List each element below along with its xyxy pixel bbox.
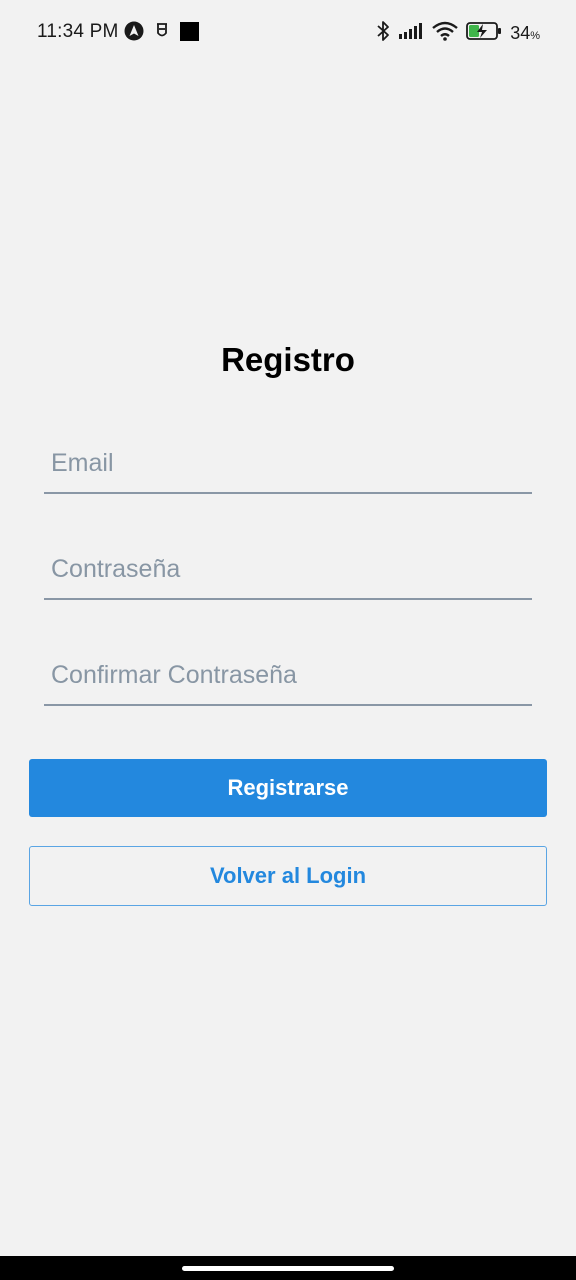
email-input[interactable]: [44, 434, 532, 494]
page-title: Registro: [221, 341, 355, 378]
shield-app-icon: [154, 21, 170, 46]
register-button[interactable]: Registrarse: [29, 759, 547, 817]
wifi-icon: [432, 21, 458, 46]
navigation-app-icon: [124, 21, 144, 46]
cell-signal-icon: [398, 22, 424, 45]
battery-percent: 34%: [510, 23, 540, 43]
status-left-icons: [124, 21, 199, 46]
confirm-password-input[interactable]: [44, 646, 532, 706]
status-right-icons: 34%: [376, 20, 540, 47]
home-indicator[interactable]: [182, 1266, 394, 1271]
bluetooth-icon: [376, 20, 390, 47]
battery-charging-icon: [466, 22, 502, 45]
status-time: 11:34 PM: [37, 21, 119, 42]
black-square-icon: [180, 21, 199, 46]
password-input[interactable]: [44, 540, 532, 600]
back-to-login-button[interactable]: Volver al Login: [29, 846, 547, 906]
status-bar: 11:34 PM 34%: [0, 0, 576, 64]
navigation-bar: [0, 1256, 576, 1280]
